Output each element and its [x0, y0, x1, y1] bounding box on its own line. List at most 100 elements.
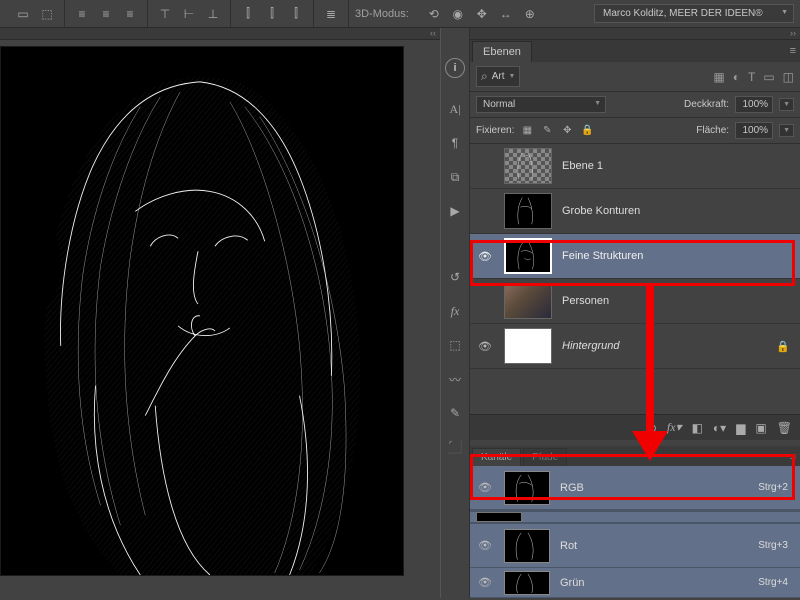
channel-shortcut: Strg+3	[758, 540, 788, 551]
3d-scale-icon[interactable]: ⊕	[521, 5, 539, 23]
lock-image-icon[interactable]: ✎	[540, 125, 554, 136]
layer-name[interactable]: Hintergrund	[562, 340, 619, 352]
mode-3d-label: 3D-Modus:	[355, 8, 409, 20]
filter-pixel-icon[interactable]: ▦	[713, 70, 724, 84]
fill-arrow[interactable]: ▼	[779, 124, 794, 137]
blend-mode-dropdown[interactable]: Normal	[476, 96, 606, 113]
canvas-collapse-bar: ‹‹	[0, 28, 440, 40]
info-panel-icon[interactable]: i	[445, 58, 465, 78]
filter-type-icon[interactable]: T	[748, 70, 755, 84]
3d-slide-icon[interactable]: ↔	[497, 5, 515, 23]
opacity-input[interactable]: 100%	[735, 96, 773, 113]
layer-thumbnail[interactable]	[504, 283, 552, 319]
layer-mask-icon[interactable]: ◧	[692, 421, 703, 435]
visibility-toggle[interactable]	[476, 292, 494, 310]
visibility-toggle[interactable]	[476, 202, 494, 220]
channels-panel-tabs: Kanäle Pfade ≡	[470, 446, 800, 466]
lock-label: Fixieren:	[476, 125, 514, 136]
channel-row[interactable]: 👁 Grün Strg+4	[470, 568, 800, 598]
layer-row[interactable]: Ebene 1	[470, 144, 800, 189]
autoselect-icon[interactable]: ▭	[14, 5, 32, 23]
layer-thumbnail[interactable]	[504, 328, 552, 364]
align-right-icon[interactable]: ≡	[121, 5, 139, 23]
layer-name[interactable]: Ebene 1	[562, 160, 603, 172]
layer-group-icon[interactable]: ▆	[736, 421, 745, 435]
tab-paths[interactable]: Pfade	[523, 448, 567, 466]
actions-panel-icon[interactable]: ▶	[444, 200, 466, 222]
paragraph-panel-icon[interactable]: ¶	[444, 132, 466, 154]
swatches-panel-icon[interactable]: ⬚	[444, 334, 466, 356]
layer-name[interactable]: Grobe Konturen	[562, 205, 640, 217]
align-left-icon[interactable]: ≡	[73, 5, 91, 23]
transform-icon[interactable]: ⬚	[38, 5, 56, 23]
align-center-h-icon[interactable]: ≡	[97, 5, 115, 23]
filter-shape-icon[interactable]: ▭	[763, 70, 774, 84]
filter-smart-icon[interactable]: ◫	[783, 70, 794, 84]
layer-row[interactable]: 👁 Feine Strukturen	[470, 234, 800, 279]
lock-indicator-icon: 🔒	[776, 340, 790, 353]
workspace-dropdown[interactable]: Marco Kolditz, MEER DER IDEEN®	[594, 4, 794, 23]
align-top-icon[interactable]: ⊤	[156, 5, 174, 23]
layers-panel-menu-icon[interactable]: ≡	[790, 45, 796, 57]
layer-name[interactable]: Feine Strukturen	[562, 250, 643, 262]
channel-thumbnail[interactable]	[504, 471, 550, 505]
3d-orbit-icon[interactable]: ⟲	[425, 5, 443, 23]
layers-list: Ebene 1 Grobe Konturen 👁 Feine Strukture…	[470, 144, 800, 369]
distribute-spacing-icon[interactable]: ⫿	[287, 5, 305, 23]
lock-transparency-icon[interactable]: ▦	[520, 125, 534, 136]
lock-all-icon[interactable]: 🔒	[580, 125, 594, 136]
channel-shortcut: Strg+2	[758, 482, 788, 493]
distribute-v-icon[interactable]: ⫿	[263, 5, 281, 23]
layer-row[interactable]: 👁 Hintergrund 🔒	[470, 324, 800, 369]
channel-row[interactable]	[470, 510, 800, 524]
channel-name: Grün	[560, 577, 584, 589]
fill-label: Fläche:	[696, 125, 729, 136]
layer-row[interactable]: Personen	[470, 279, 800, 324]
channel-visibility-toggle[interactable]: 👁	[476, 574, 494, 592]
fill-input[interactable]: 100%	[735, 122, 773, 139]
channel-row[interactable]: 👁 RGB Strg+2	[470, 466, 800, 510]
character-panel-icon[interactable]: A|	[444, 98, 466, 120]
layers-panel-tabs: Ebenen ≡	[470, 40, 800, 62]
3d-roll-icon[interactable]: ◉	[449, 5, 467, 23]
align-middle-icon[interactable]: ⊢	[180, 5, 198, 23]
layer-thumbnail[interactable]	[504, 193, 552, 229]
delete-layer-icon[interactable]: 🗑	[777, 421, 792, 435]
history-panel-icon[interactable]: ↺	[444, 266, 466, 288]
link-layers-icon[interactable]: ⊘	[647, 421, 657, 435]
channel-row[interactable]: 👁 Rot Strg+3	[470, 524, 800, 568]
panel-collapse-icon[interactable]: ››	[790, 28, 796, 39]
arrange-icon[interactable]: ≣	[322, 5, 340, 23]
filter-adjust-icon[interactable]: ◐	[733, 70, 740, 84]
channel-visibility-toggle[interactable]: 👁	[476, 479, 494, 497]
layer-fx-icon[interactable]: fx▾	[667, 420, 682, 435]
layer-filter-kind[interactable]: Art ▼	[476, 66, 520, 87]
channels-panel-menu-icon[interactable]: ≡	[790, 451, 796, 463]
layer-row[interactable]: Grobe Konturen	[470, 189, 800, 234]
channel-name: RGB	[560, 482, 584, 494]
document-canvas[interactable]	[0, 46, 404, 576]
layer-thumbnail[interactable]	[504, 238, 552, 274]
channel-visibility-toggle[interactable]: 👁	[476, 537, 494, 555]
adjustment-layer-icon[interactable]: ◐▾	[713, 421, 726, 435]
opacity-arrow[interactable]: ▼	[779, 98, 794, 111]
3d-pan-icon[interactable]: ✥	[473, 5, 491, 23]
tab-channels[interactable]: Kanäle	[472, 448, 521, 466]
visibility-toggle[interactable]	[476, 157, 494, 175]
new-layer-icon[interactable]: ▣	[755, 421, 766, 435]
lock-position-icon[interactable]: ✥	[560, 125, 574, 136]
channel-thumbnail[interactable]	[504, 529, 550, 563]
clone-source-icon[interactable]: ⧉	[444, 166, 466, 188]
styles-panel-icon[interactable]: fx	[444, 300, 466, 322]
brush-settings-icon[interactable]: ✎	[444, 402, 466, 424]
tab-layers[interactable]: Ebenen	[472, 41, 532, 62]
visibility-toggle[interactable]: 👁	[476, 247, 494, 265]
layer-thumbnail[interactable]	[504, 148, 552, 184]
align-bottom-icon[interactable]: ⊥	[204, 5, 222, 23]
distribute-h-icon[interactable]: ⫿	[239, 5, 257, 23]
visibility-toggle[interactable]: 👁	[476, 337, 494, 355]
tool-presets-icon[interactable]: ⬛	[444, 436, 466, 458]
layer-name[interactable]: Personen	[562, 295, 609, 307]
brushes-panel-icon[interactable]: 〰	[444, 368, 466, 390]
channel-thumbnail[interactable]	[504, 571, 550, 595]
